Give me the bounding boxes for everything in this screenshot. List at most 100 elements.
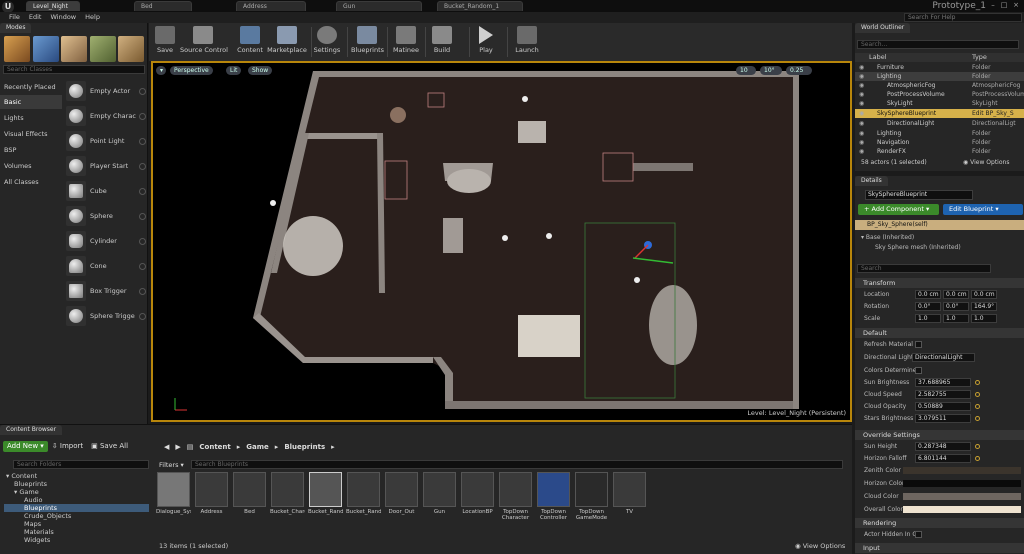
viewport-menu-button[interactable]: ▾ (156, 66, 166, 75)
perspective-button[interactable]: Perspective (170, 66, 213, 75)
place-item-cube[interactable]: Cube (64, 179, 148, 203)
grid-snap-button[interactable]: 10 (736, 66, 756, 75)
build-button[interactable]: Build (429, 25, 455, 59)
geometry-mode-icon[interactable] (118, 36, 144, 62)
place-mode-icon[interactable] (4, 36, 30, 62)
asset-gun[interactable]: Gun (422, 472, 457, 532)
section-transform[interactable]: Transform (855, 278, 1024, 288)
world-outliner-tab[interactable]: World Outliner (855, 23, 911, 33)
foliage-mode-icon[interactable] (90, 36, 116, 62)
add-component-button[interactable]: + Add Component ▾ (858, 204, 939, 215)
horizon-falloff-input[interactable]: 6.801144 (915, 454, 971, 463)
rotation-snap-button[interactable]: 10° (760, 66, 782, 75)
asset-search-input[interactable]: Search Blueprints (191, 460, 843, 469)
outliner-search-input[interactable]: Search... (857, 40, 1019, 49)
scale-snap-button[interactable]: 0.25 (786, 66, 812, 75)
component-base[interactable]: ▾ Base (Inherited) (861, 234, 914, 241)
menu-edit[interactable]: Edit (29, 12, 42, 23)
paint-mode-icon[interactable] (33, 36, 59, 62)
save-all-button[interactable]: ▣ Save All (87, 441, 132, 452)
component-self[interactable]: BP_Sky_Sphere(self) (855, 220, 1024, 230)
reset-icon[interactable] (975, 416, 980, 421)
reset-icon[interactable] (975, 456, 980, 461)
sun-brightness-input[interactable]: 37.688965 (915, 378, 971, 387)
stars-brightness-input[interactable]: 3.079511 (915, 414, 971, 423)
class-search-input[interactable]: Search Classes (3, 65, 145, 74)
outliner-row[interactable]: ◉ SkyLight SkyLight (855, 99, 1024, 108)
breadcrumb-content[interactable]: Content (199, 443, 230, 451)
outliner-row[interactable]: ◉ AtmosphericFog AtmosphericFog (855, 81, 1024, 90)
outliner-row[interactable]: ◉ Lighting Folder (855, 129, 1024, 138)
category-visual-effects[interactable]: Visual Effects (0, 127, 62, 141)
forward-icon[interactable]: ▶ (175, 443, 180, 451)
outliner-row[interactable]: ◉ RenderFX Folder (855, 147, 1024, 156)
asset-topdown-controller[interactable]: TopDown Controller (536, 472, 571, 532)
place-item-cylinder[interactable]: Cylinder (64, 229, 148, 253)
location-y-input[interactable]: 0.0 cm (943, 290, 969, 299)
section-rendering[interactable]: Rendering (855, 518, 1024, 528)
location-x-input[interactable]: 0.0 cm (915, 290, 941, 299)
content-button[interactable]: Content (237, 25, 263, 59)
breadcrumb-game[interactable]: Game (246, 443, 269, 451)
maximize-icon[interactable]: □ (999, 1, 1009, 10)
tree-item-maps[interactable]: Maps (4, 520, 149, 528)
cloud-color-swatch[interactable] (903, 493, 1021, 500)
outliner-row[interactable]: ◉ DirectionalLight DirectionalLigt (855, 119, 1024, 128)
reset-icon[interactable] (975, 392, 980, 397)
outliner-row-selected[interactable]: ◉ SkySphereBlueprint Edit BP_Sky_S (855, 109, 1024, 118)
level-viewport[interactable]: ▾ Perspective Lit Show 10 10° 0.25 Level… (151, 61, 852, 422)
scale-z-input[interactable]: 1.0 (971, 314, 997, 323)
tree-item-game-blueprints[interactable]: Blueprints (4, 504, 149, 512)
category-volumes[interactable]: Volumes (0, 159, 62, 173)
asset-dialogue-system[interactable]: Dialogue_System (156, 472, 191, 532)
asset-tv[interactable]: TV (612, 472, 647, 532)
tree-item-widgets[interactable]: Widgets (4, 536, 149, 544)
reset-icon[interactable] (975, 444, 980, 449)
outliner-view-options[interactable]: ◉ View Options (963, 159, 1009, 166)
tree-item-materials[interactable]: Materials (4, 528, 149, 536)
section-default[interactable]: Default (855, 328, 1024, 338)
matinee-button[interactable]: Matinee (392, 25, 420, 59)
asset-bucket-charge[interactable]: Bucket_Charge (270, 472, 305, 532)
blueprints-button[interactable]: Blueprints (351, 25, 384, 59)
outliner-row[interactable]: ◉ PostProcessVolume PostProcessVolum (855, 90, 1024, 99)
tree-item-blueprints[interactable]: Blueprints (4, 480, 149, 488)
breadcrumb-blueprints[interactable]: Blueprints (284, 443, 325, 451)
help-search-input[interactable]: Search For Help (904, 13, 1022, 22)
outliner-row[interactable]: ◉ Lighting Folder (855, 72, 1024, 81)
rotation-z-input[interactable]: 164.9° (971, 302, 997, 311)
component-mesh[interactable]: Sky Sphere mesh (Inherited) (875, 244, 961, 251)
place-item-cone[interactable]: Cone (64, 254, 148, 278)
colors-determined-checkbox[interactable] (915, 367, 922, 374)
category-lights[interactable]: Lights (0, 111, 62, 125)
view-options-button[interactable]: ◉ View Options (795, 542, 845, 550)
scale-y-input[interactable]: 1.0 (943, 314, 969, 323)
section-override-settings[interactable]: Override Settings (855, 430, 1024, 440)
show-button[interactable]: Show (248, 66, 273, 75)
asset-door-out[interactable]: Door_Out (384, 472, 419, 532)
content-browser-tab[interactable]: Content Browser (0, 425, 63, 435)
cloud-speed-input[interactable]: 2.582755 (915, 390, 971, 399)
place-item-sphere[interactable]: Sphere (64, 204, 148, 228)
asset-topdown-character[interactable]: TopDown Character (498, 472, 533, 532)
play-button[interactable]: Play (474, 25, 498, 59)
directional-light-select[interactable]: DirectionalLight (912, 353, 975, 362)
tree-item-crude-objects[interactable]: Crude_Objects (4, 512, 149, 520)
tree-item-content[interactable]: ▾ Content (4, 472, 149, 480)
doc-tab-bed[interactable]: Bed (134, 1, 192, 11)
source-control-button[interactable]: Source Control (180, 25, 228, 59)
asset-bucket-random-1[interactable]: Bucket_Random_1 (308, 472, 343, 532)
rotation-y-input[interactable]: 0.0° (943, 302, 969, 311)
launch-button[interactable]: Launch (513, 25, 541, 59)
category-basic[interactable]: Basic (0, 95, 62, 109)
outliner-row[interactable]: ◉ Navigation Folder (855, 138, 1024, 147)
close-icon[interactable]: × (1011, 1, 1021, 10)
reset-icon[interactable] (975, 404, 980, 409)
column-type[interactable]: Type (972, 53, 987, 62)
tree-item-game[interactable]: ▾ Game (4, 488, 149, 496)
asset-bucket-random-1-child[interactable]: Bucket_Random_1_Child (346, 472, 381, 532)
category-recently-placed[interactable]: Recently Placed (0, 80, 62, 94)
doc-tab-bucket-random[interactable]: Bucket_Random_1 (437, 1, 523, 11)
rotation-x-input[interactable]: 0.0° (915, 302, 941, 311)
actor-hidden-checkbox[interactable] (915, 531, 922, 538)
